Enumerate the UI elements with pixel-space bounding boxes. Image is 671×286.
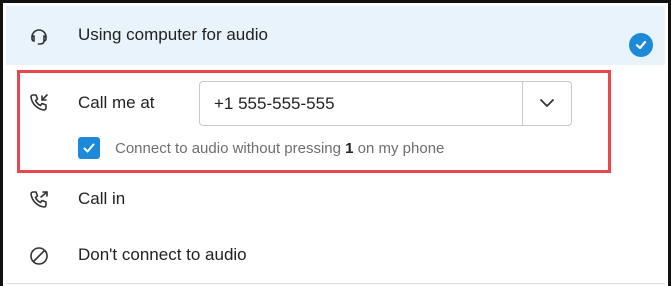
divider bbox=[6, 283, 665, 284]
option-call-me-label: Call me at bbox=[78, 93, 155, 112]
connect-key: 1 bbox=[345, 139, 354, 157]
option-dont-connect[interactable]: Don't connect to audio bbox=[6, 229, 665, 283]
prohibited-icon bbox=[28, 245, 50, 267]
option-computer-audio-label: Using computer for audio bbox=[78, 25, 268, 44]
outgoing-call-icon bbox=[28, 189, 50, 211]
headset-icon bbox=[28, 25, 50, 47]
phone-number-field[interactable] bbox=[199, 81, 572, 126]
incoming-call-icon bbox=[28, 92, 50, 114]
connect-without-pressing-option[interactable]: Connect to audio without pressing 1 on m… bbox=[78, 137, 444, 159]
audio-options-panel: Using computer for audio Call me at +1 5… bbox=[0, 0, 671, 286]
connect-checkbox[interactable] bbox=[78, 137, 100, 159]
connect-checkbox-label: Connect to audio without pressing 1 on m… bbox=[115, 140, 444, 157]
phone-number-input[interactable] bbox=[200, 82, 523, 125]
selected-check-icon bbox=[629, 33, 653, 57]
option-computer-audio[interactable]: Using computer for audio bbox=[6, 6, 665, 65]
chevron-down-icon bbox=[539, 95, 555, 113]
option-dont-connect-label: Don't connect to audio bbox=[78, 245, 247, 264]
connect-text-after: on my phone bbox=[353, 139, 445, 157]
connect-text-before: Connect to audio without pressing bbox=[115, 139, 346, 157]
country-dropdown-button[interactable] bbox=[522, 82, 571, 125]
option-call-in[interactable]: Call in bbox=[6, 175, 665, 225]
option-call-in-label: Call in bbox=[78, 189, 126, 208]
